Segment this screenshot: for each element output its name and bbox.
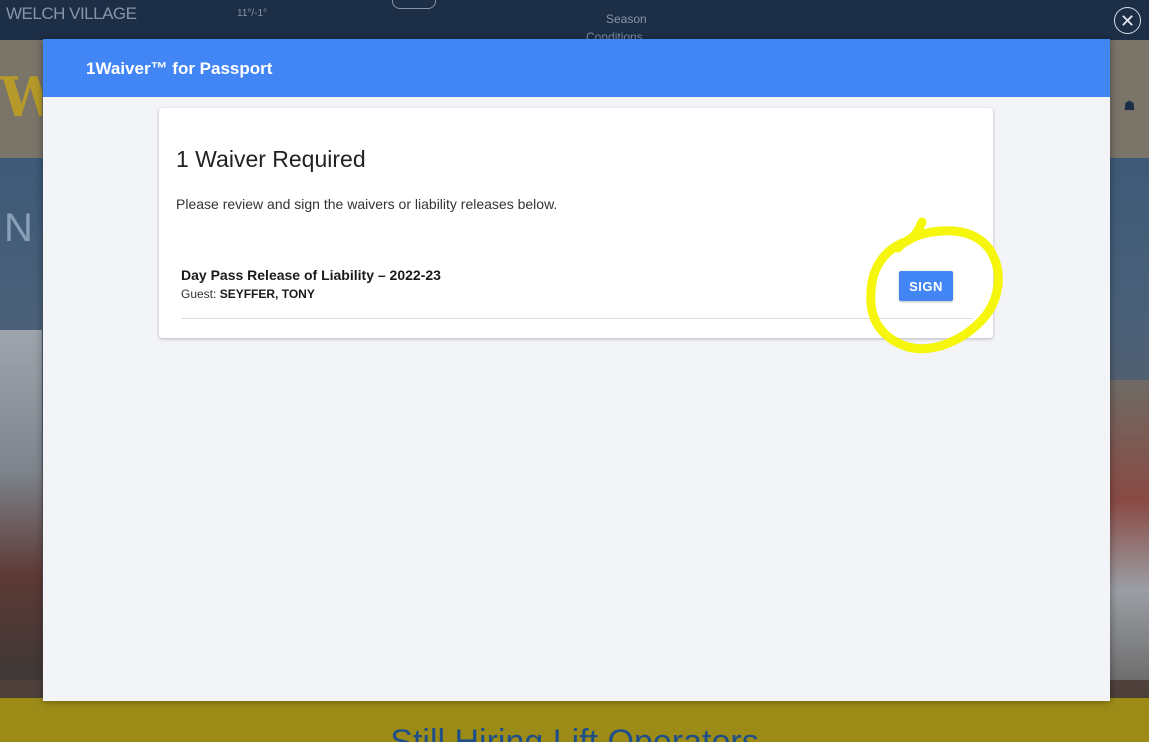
modal-header: 1Waiver™ for Passport: [43, 39, 1110, 97]
card-heading: 1 Waiver Required: [176, 146, 366, 172]
home-icon: ☗: [1123, 98, 1136, 113]
modal-title: 1Waiver™ for Passport: [86, 59, 273, 78]
waiver-modal: 1Waiver™ for Passport 1 Waiver Required …: [43, 39, 1110, 701]
guest-label: Guest:: [181, 287, 217, 301]
waiver-card: 1 Waiver Required Please review and sign…: [159, 108, 993, 338]
hiring-banner-text: Still Hiring Lift Operators: [390, 723, 759, 742]
sign-button[interactable]: SIGN: [899, 271, 953, 301]
site-topbar: WELCH VILLAGE 11°/-1° Season Conditions: [0, 0, 1149, 40]
card-description: Please review and sign the waivers or li…: [176, 196, 558, 212]
hero-text-fragment: N: [4, 206, 33, 250]
site-brand: WELCH VILLAGE: [6, 4, 137, 23]
topbar-toggle: [392, 0, 436, 9]
hero-photo-right: [1110, 380, 1149, 680]
site-logo: W: [0, 66, 42, 128]
hero-photo-left: [0, 330, 42, 680]
close-icon[interactable]: ✕: [1114, 7, 1141, 34]
temperature-readout: 11°/-1°: [237, 8, 268, 19]
waiver-guest: Guest: SEYFFER, TONY: [181, 287, 315, 301]
season-label: Season: [606, 12, 647, 26]
waiver-name: Day Pass Release of Liability – 2022-23: [181, 267, 441, 283]
guest-name: SEYFFER, TONY: [219, 287, 315, 301]
waiver-row: Day Pass Release of Liability – 2022-23 …: [181, 253, 973, 319]
